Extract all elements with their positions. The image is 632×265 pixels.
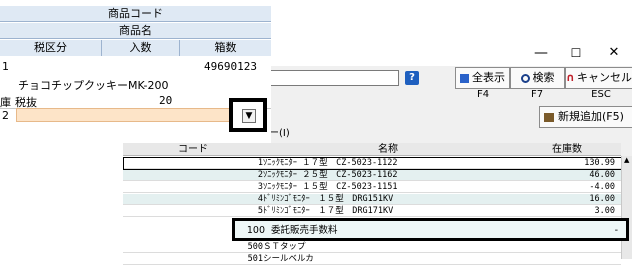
table-row[interactable]: 500 ＳＴタップ bbox=[123, 242, 621, 253]
show-all-button[interactable]: 全表示 bbox=[455, 67, 510, 89]
product-form: 商品コード 商品名 税区分 入数 箱数 1 49690123 チョコチップクッキ… bbox=[0, 0, 271, 143]
cancel-label: キャンセル bbox=[576, 71, 632, 84]
row-stock: 46.00 bbox=[589, 170, 615, 180]
close-icon[interactable]: ✕ bbox=[604, 44, 624, 62]
add-icon bbox=[544, 112, 554, 122]
row-stock: - bbox=[614, 225, 618, 236]
show-all-label: 全表示 bbox=[472, 71, 505, 84]
dropdown-arrow-icon[interactable]: ▼ bbox=[242, 109, 256, 123]
col-qty-header: 入数 bbox=[102, 40, 180, 56]
row-stock: 3.00 bbox=[594, 206, 615, 216]
row-code: 100 bbox=[246, 225, 265, 236]
dropdown-highlight-frame: ▼ bbox=[229, 98, 267, 132]
col-tax-header: 税区分 bbox=[0, 40, 102, 56]
active-entry-field[interactable] bbox=[16, 108, 234, 122]
product-name-value[interactable]: チョコチップクッキーMK-200 bbox=[18, 77, 169, 93]
col-boxes-header: 箱数 bbox=[180, 40, 271, 56]
maximize-icon[interactable]: ☐ bbox=[566, 44, 586, 62]
col-stock-header: 在庫数 bbox=[552, 144, 582, 155]
table-row[interactable]: 2 ｿﾆｯｸﾓﾆﾀｰ ２５型 CZ-5023-1162 46.00 bbox=[123, 170, 621, 181]
row-name: ｿﾆｯｸﾓﾆﾀｰ １５型 CZ-5023-1151 bbox=[263, 182, 398, 192]
row-name: ﾄﾞﾘﾐﾝｺﾞﾓﾆﾀｰ １５型 DRG151KV bbox=[263, 194, 394, 204]
row-code: 5 bbox=[257, 206, 263, 216]
search-key: F7 bbox=[530, 89, 544, 100]
search-button[interactable]: 検索 bbox=[510, 67, 565, 89]
minimize-icon[interactable]: — bbox=[531, 44, 551, 62]
row-name: ﾄﾞﾘﾐﾝｺﾞﾓﾆﾀｰ １７型 DRG171KV bbox=[263, 206, 394, 216]
row-code: 4 bbox=[257, 194, 263, 204]
row-name: シールベルカ bbox=[263, 254, 314, 264]
quantity-value[interactable]: 20 bbox=[159, 94, 172, 107]
table-row[interactable]: 4 ﾄﾞﾘﾐﾝｺﾞﾓﾆﾀｰ １５型 DRG151KV 16.00 bbox=[123, 194, 621, 205]
selected-row-outline bbox=[123, 157, 622, 170]
row-code: 500 bbox=[247, 242, 263, 252]
row-stock: -4.00 bbox=[589, 182, 615, 192]
highlighted-row-frame[interactable]: 100 委託販売手数料 - bbox=[232, 218, 629, 241]
search-label: 検索 bbox=[532, 71, 555, 84]
row-name: ＳＴタップ bbox=[263, 242, 306, 252]
grid-header: コード 名称 在庫数 bbox=[123, 143, 621, 156]
grid-scrollbar[interactable]: ▲ bbox=[621, 156, 632, 259]
row-number-2: 2 bbox=[2, 109, 9, 122]
help-icon[interactable]: ? bbox=[405, 71, 419, 85]
row-stock: 16.00 bbox=[589, 194, 615, 204]
list-icon bbox=[460, 73, 469, 83]
row-name: 委託販売手数料 bbox=[271, 225, 338, 236]
column-header-row: 税区分 入数 箱数 bbox=[0, 40, 271, 56]
header-code: 商品コード bbox=[0, 6, 271, 22]
product-code-value[interactable]: 49690123 bbox=[204, 60, 257, 73]
cancel-icon: ∩ bbox=[566, 71, 575, 84]
row-code: 501 bbox=[247, 254, 263, 264]
row-name: ｿﾆｯｸﾓﾆﾀｰ ２５型 CZ-5023-1162 bbox=[263, 170, 398, 180]
table-row[interactable]: 5 ﾄﾞﾘﾐﾝｺﾞﾓﾆﾀｰ １７型 DRG171KV 3.00 bbox=[123, 206, 621, 217]
row-code: 3 bbox=[257, 182, 263, 192]
cancel-key: ESC bbox=[591, 89, 611, 100]
dialog-titlebar: — ☐ ✕ bbox=[243, 40, 632, 66]
show-all-key: F4 bbox=[476, 89, 490, 100]
col-name-header: 名称 bbox=[378, 144, 398, 155]
item-grid: コード 名称 在庫数 1 ｿﾆｯｸﾓﾆﾀｰ １７型 CZ-5023-1122 1… bbox=[123, 143, 622, 265]
new-add-label: 新規追加(F5) bbox=[558, 110, 624, 123]
search-icon bbox=[520, 73, 530, 83]
table-row[interactable]: 3 ｿﾆｯｸﾓﾆﾀｰ １５型 CZ-5023-1151 -4.00 bbox=[123, 182, 621, 193]
table-row[interactable]: 100 委託販売手数料 - bbox=[235, 225, 626, 236]
cancel-button[interactable]: ∩ キャンセル bbox=[565, 67, 632, 89]
header-name: 商品名 bbox=[0, 23, 271, 39]
col-code-header: コード bbox=[178, 144, 208, 155]
scroll-up-icon[interactable]: ▲ bbox=[624, 156, 629, 164]
row-number-1: 1 bbox=[2, 60, 9, 73]
row-code: 2 bbox=[257, 170, 263, 180]
table-row[interactable]: 501 シールベルカ bbox=[123, 254, 621, 265]
new-add-button[interactable]: 新規追加(F5) bbox=[539, 106, 632, 128]
